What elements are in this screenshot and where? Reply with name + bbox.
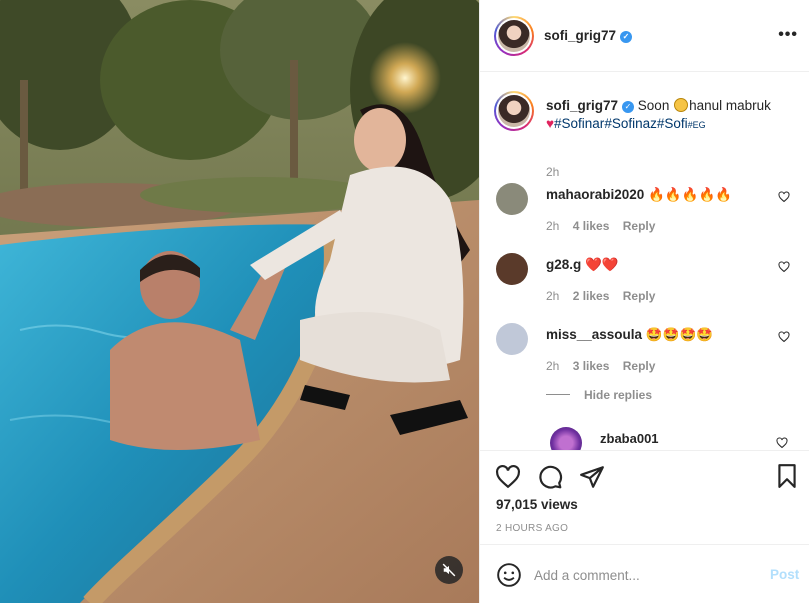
red-heart-emoji-icon: ♥ — [546, 116, 555, 131]
caption-username[interactable]: sofi_grig77 — [546, 98, 618, 113]
comment-meta: 2h 4 likes Reply — [546, 219, 665, 233]
comment-text: mahaorabi2020 🔥🔥🔥🔥🔥 — [546, 187, 732, 203]
video-frame — [0, 0, 479, 603]
action-icons — [494, 463, 606, 491]
comment-input[interactable] — [534, 563, 754, 587]
comment-time[interactable]: 2h — [546, 289, 559, 303]
heart-outline-icon[interactable] — [778, 261, 790, 273]
commenter-avatar[interactable] — [496, 323, 528, 355]
add-comment-bar: Post — [480, 544, 809, 603]
commenter-avatar[interactable] — [496, 253, 528, 285]
smiley-icon — [497, 563, 521, 587]
comment-button[interactable] — [536, 463, 564, 491]
post-media[interactable] — [0, 0, 479, 603]
post-header: sofi_grig77 ✓ ••• — [480, 0, 809, 72]
bookmark-icon — [778, 464, 796, 488]
comment-meta: 2h 2 likes Reply — [546, 289, 665, 303]
like-button[interactable] — [494, 463, 522, 491]
hashtag-link[interactable]: #EG — [688, 120, 706, 130]
comments-list[interactable]: sofi_grig77 ✓ Soon hanul mabruk ♥#Sofinar… — [480, 73, 809, 450]
mute-button[interactable] — [435, 556, 463, 584]
post-comment-button[interactable]: Post — [770, 567, 799, 582]
author-username-text[interactable]: sofi_grig77 — [544, 28, 616, 43]
author-username[interactable]: sofi_grig77 ✓ — [544, 28, 633, 43]
hashtag-link[interactable]: #Sofinar — [554, 116, 604, 131]
comment-time[interactable]: 2h — [546, 359, 559, 373]
reply-button[interactable]: Reply — [623, 289, 656, 303]
heart-outline-icon — [496, 464, 520, 489]
replier-username[interactable]: zbaba001 — [600, 431, 659, 446]
hashtag-link[interactable]: #Sofinaz — [604, 116, 657, 131]
hide-replies-label[interactable]: Hide replies — [584, 388, 652, 402]
comment-time[interactable]: 2h — [546, 219, 559, 233]
post-sidebar: sofi_grig77 ✓ ••• sofi_grig77 ✓ Soon hanul… — [479, 0, 809, 603]
comment-meta: 2h 3 likes Reply — [546, 359, 665, 373]
hashtag-link[interactable]: #Sofi — [657, 116, 688, 131]
heart-outline-icon[interactable] — [776, 437, 788, 449]
comment-body: 🔥🔥🔥🔥🔥 — [648, 187, 733, 202]
commenter-username[interactable]: miss__assoula — [546, 327, 642, 342]
speech-bubble-icon — [539, 465, 563, 489]
commenter-avatar[interactable] — [496, 183, 528, 215]
verified-badge-icon: ✓ — [620, 31, 633, 43]
divider-line — [546, 394, 570, 395]
more-options-button[interactable]: ••• — [778, 26, 798, 44]
heart-outline-icon[interactable] — [778, 331, 790, 343]
save-button[interactable] — [774, 463, 802, 491]
comment-likes[interactable]: 3 likes — [573, 359, 610, 373]
share-button[interactable] — [578, 463, 606, 491]
hide-replies-button[interactable]: Hide replies — [546, 388, 652, 402]
paper-plane-icon — [580, 466, 604, 488]
caption-avatar[interactable] — [494, 91, 534, 131]
profile-photo — [498, 95, 530, 127]
comment-text: miss__assoula 🤩🤩🤩🤩 — [546, 327, 713, 343]
post-actions: 97,015 views 2 HOURS AGO — [480, 450, 809, 544]
view-count[interactable]: 97,015 views — [496, 497, 578, 512]
commenter-username[interactable]: mahaorabi2020 — [546, 187, 644, 202]
reply-button[interactable]: Reply — [623, 219, 656, 233]
verified-badge-icon: ✓ — [622, 101, 635, 113]
comment-likes[interactable]: 2 likes — [573, 289, 610, 303]
comment-text: g28.g ❤️❤️ — [546, 257, 619, 273]
caption-timestamp[interactable]: 2h — [546, 165, 559, 179]
caption-text: sofi_grig77 ✓ Soon hanul mabruk ♥#Sofinar… — [546, 97, 796, 134]
emoji-button[interactable] — [496, 562, 522, 588]
comment-body: 🤩🤩🤩🤩 — [645, 327, 714, 342]
speaker-muted-icon — [442, 563, 456, 577]
heart-outline-icon[interactable] — [778, 191, 790, 203]
commenter-username[interactable]: g28.g — [546, 257, 581, 272]
smiling-face-emoji-icon — [674, 98, 689, 112]
reply-button[interactable]: Reply — [623, 359, 656, 373]
comment-body: ❤️❤️ — [585, 257, 619, 272]
profile-photo — [498, 19, 530, 52]
replier-avatar[interactable] — [550, 427, 582, 450]
post-timestamp[interactable]: 2 HOURS AGO — [496, 523, 568, 534]
caption-body-end: hanul mabruk — [689, 98, 771, 113]
comment-likes[interactable]: 4 likes — [573, 219, 610, 233]
avatar[interactable] — [494, 15, 534, 56]
caption-body-start: Soon — [637, 98, 670, 113]
